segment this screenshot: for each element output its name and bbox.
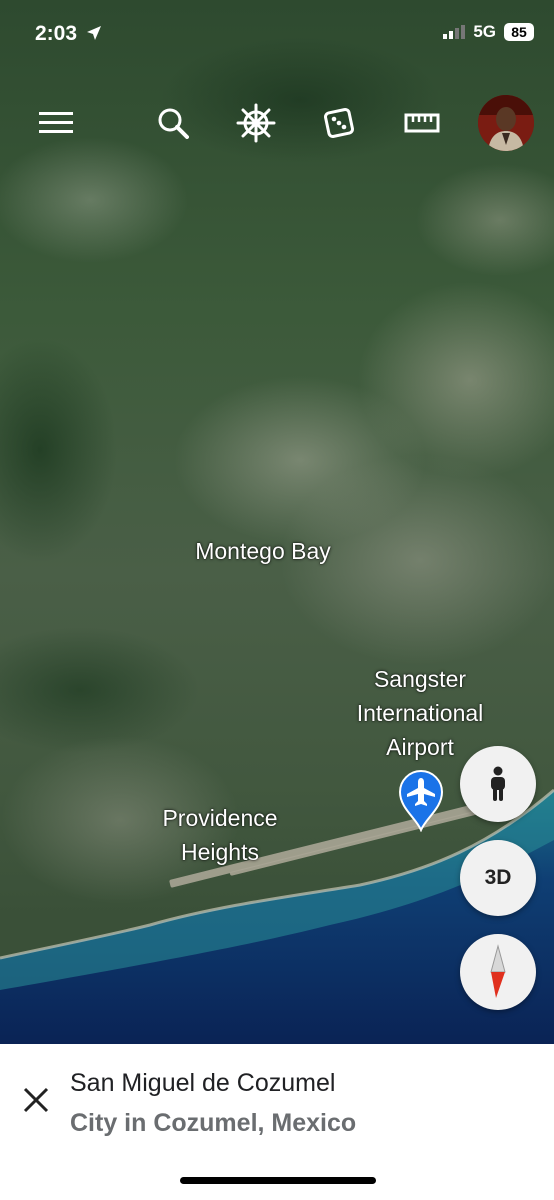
3d-toggle-button[interactable]: 3D bbox=[460, 840, 536, 916]
location-arrow-icon bbox=[86, 26, 101, 40]
feeling-lucky-button[interactable] bbox=[315, 99, 363, 147]
menu-button[interactable] bbox=[32, 99, 80, 147]
place-subtitle: City in Cozumel, Mexico bbox=[70, 1109, 357, 1137]
place-title: San Miguel de Cozumel bbox=[70, 1069, 336, 1097]
avatar-image bbox=[478, 95, 534, 151]
voyager-button[interactable] bbox=[232, 99, 280, 147]
label-montego-bay[interactable]: Montego Bay bbox=[170, 534, 356, 568]
compass-icon bbox=[490, 944, 506, 998]
pegman-icon bbox=[491, 766, 505, 801]
battery-level: 85 bbox=[504, 23, 534, 41]
street-view-button[interactable] bbox=[460, 746, 536, 822]
network-type: 5G bbox=[473, 22, 496, 41]
voyager-wheel-icon bbox=[236, 103, 276, 143]
label-airport-line2: International bbox=[356, 700, 484, 726]
status-time: 2:03 bbox=[35, 22, 103, 46]
label-providence-line1: Providence bbox=[162, 805, 278, 831]
compass-button[interactable] bbox=[460, 934, 536, 1010]
label-montego-bay-text: Montego Bay bbox=[195, 538, 331, 564]
menu-icon bbox=[39, 112, 73, 133]
3d-label: 3D bbox=[484, 866, 512, 889]
search-button[interactable] bbox=[149, 99, 197, 147]
airport-pin[interactable] bbox=[398, 770, 444, 837]
label-providence-line2: Heights bbox=[181, 839, 259, 865]
label-airport-line1: Sangster bbox=[373, 666, 467, 692]
profile-avatar[interactable] bbox=[478, 95, 534, 151]
status-right: 5G 85 bbox=[443, 22, 534, 42]
feeling-lucky-dice-icon bbox=[324, 108, 354, 138]
close-button[interactable] bbox=[14, 1078, 58, 1122]
search-icon bbox=[158, 108, 189, 139]
home-indicator[interactable] bbox=[180, 1177, 376, 1184]
signal-icon bbox=[443, 25, 466, 39]
time-text: 2:03 bbox=[35, 22, 78, 45]
airplane-pin-icon bbox=[398, 770, 444, 833]
label-providence-heights[interactable]: Providence Heights bbox=[135, 801, 305, 869]
measure-ruler-icon bbox=[404, 113, 440, 133]
measure-button[interactable] bbox=[398, 99, 446, 147]
close-icon bbox=[23, 1087, 49, 1113]
